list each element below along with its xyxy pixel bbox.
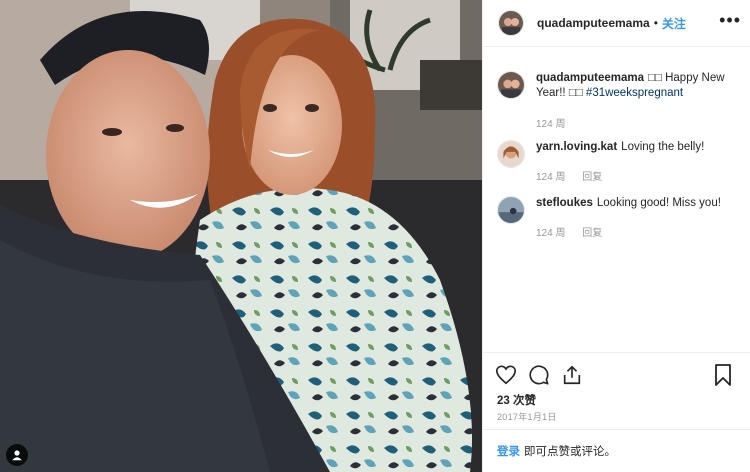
user-icon	[12, 450, 22, 461]
likes-count[interactable]: 23 次赞	[497, 392, 536, 408]
comment-avatar[interactable]	[497, 140, 525, 168]
share-button[interactable]	[560, 363, 584, 387]
post-actions: 23 次赞 2017年1月1日	[483, 352, 750, 429]
comment-time[interactable]: 124 周	[536, 172, 565, 183]
comment-avatar[interactable]	[497, 196, 525, 224]
comment-username[interactable]: yarn.loving.kat	[536, 141, 617, 153]
comment-item: stefloukes Looking good! Miss you! 124 周 …	[497, 196, 737, 239]
comment-text: Loving the belly!	[621, 141, 705, 153]
caption-comment: quadamputeemama □□ Happy New Year!! □□ #3…	[497, 71, 737, 130]
avatar-image	[498, 72, 524, 98]
hashtag-link[interactable]: #31weekspregnant	[586, 87, 683, 99]
comment-meta: 124 周	[536, 115, 737, 130]
comment-text: Looking good! Miss you!	[596, 197, 721, 209]
comment-meta: 124 周 回复	[536, 224, 737, 239]
comment-body: yarn.loving.kat Loving the belly!	[536, 140, 737, 155]
share-icon	[563, 365, 581, 385]
comment-avatar[interactable]	[497, 71, 525, 99]
comment-meta: 124 周 回复	[536, 168, 737, 183]
separator-dot: •	[653, 16, 658, 30]
action-icons	[494, 363, 584, 387]
reply-button[interactable]: 回复	[582, 172, 602, 183]
avatar-image	[498, 141, 524, 167]
post-date[interactable]: 2017年1月1日	[497, 410, 557, 423]
comment-time[interactable]: 124 周	[536, 119, 565, 130]
comment-button[interactable]	[527, 363, 551, 387]
author-username[interactable]: quadamputeemama	[537, 16, 650, 30]
login-link[interactable]: 登录	[497, 443, 520, 459]
comments-list: quadamputeemama □□ Happy New Year!! □□ #3…	[483, 47, 750, 352]
comment-item: yarn.loving.kat Loving the belly! 124 周 回…	[497, 140, 737, 183]
login-prompt: 登录 即可点赞或评论。	[483, 429, 750, 472]
more-options-icon[interactable]: •••	[719, 10, 741, 31]
comment-time[interactable]: 124 周	[536, 228, 565, 239]
comment-icon	[529, 365, 549, 385]
heart-icon	[496, 365, 516, 385]
post-header: quadamputeemama • 关注 •••	[483, 0, 750, 47]
follow-button[interactable]: 关注	[662, 15, 686, 32]
like-button[interactable]	[494, 363, 518, 387]
reply-button[interactable]: 回复	[582, 228, 602, 239]
post-panel: quadamputeemama • 关注 ••• quadamputeemama…	[482, 0, 750, 472]
author-avatar[interactable]	[498, 10, 524, 36]
avatar-image	[498, 197, 524, 223]
comment-body: stefloukes Looking good! Miss you!	[536, 196, 737, 211]
save-button[interactable]	[713, 363, 737, 387]
login-prompt-text: 即可点赞或评论。	[524, 446, 616, 458]
post-photo[interactable]	[0, 0, 482, 472]
avatar-image	[499, 11, 523, 35]
comment-username[interactable]: quadamputeemama	[536, 72, 644, 84]
comment-username[interactable]: stefloukes	[536, 197, 593, 209]
comment-body: quadamputeemama □□ Happy New Year!! □□ #3…	[536, 71, 737, 101]
bookmark-icon	[715, 364, 731, 386]
photo-image	[0, 0, 482, 472]
tagged-users-button[interactable]	[6, 444, 28, 466]
